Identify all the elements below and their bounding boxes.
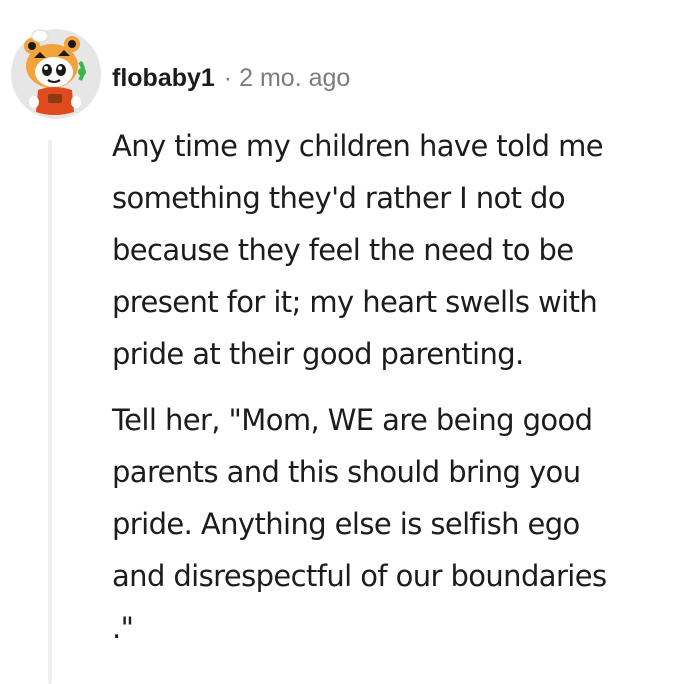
paragraph-line: .": [112, 611, 134, 645]
paragraph-line: Any time my children have told me: [112, 129, 604, 163]
thread-collapse-line[interactable]: [48, 140, 52, 684]
paragraph-line: parents and this should bring you: [112, 455, 581, 489]
paragraph-line: because they feel the need to be: [112, 233, 574, 267]
comment-meta: flobaby1 · 2 mo. ago: [112, 58, 350, 98]
comment-paragraph: Any time my children have told me someth…: [112, 120, 698, 380]
timestamp[interactable]: 2 mo. ago: [239, 64, 350, 93]
username-link[interactable]: flobaby1: [112, 64, 215, 93]
comment-body: Any time my children have told me someth…: [112, 120, 698, 654]
paragraph-line: present for it; my heart swells with: [112, 285, 598, 319]
paragraph-line: and disrespectful of our boundaries: [112, 559, 607, 593]
paragraph-line: pride. Anything else is selfish ego: [112, 507, 580, 541]
paragraph-line: Tell her, "Mom, WE are being good: [112, 403, 593, 437]
paragraph-line: pride at their good parenting.: [112, 337, 524, 371]
meta-separator: ·: [223, 63, 233, 92]
comment-paragraph: Tell her, "Mom, WE are being good parent…: [112, 394, 698, 654]
paragraph-line: something they'd rather I not do: [112, 181, 566, 215]
comment: flobaby1 · 2 mo. ago Any time my childre…: [0, 0, 700, 684]
snoo-avatar-icon: [11, 29, 101, 119]
user-avatar[interactable]: [10, 28, 102, 120]
